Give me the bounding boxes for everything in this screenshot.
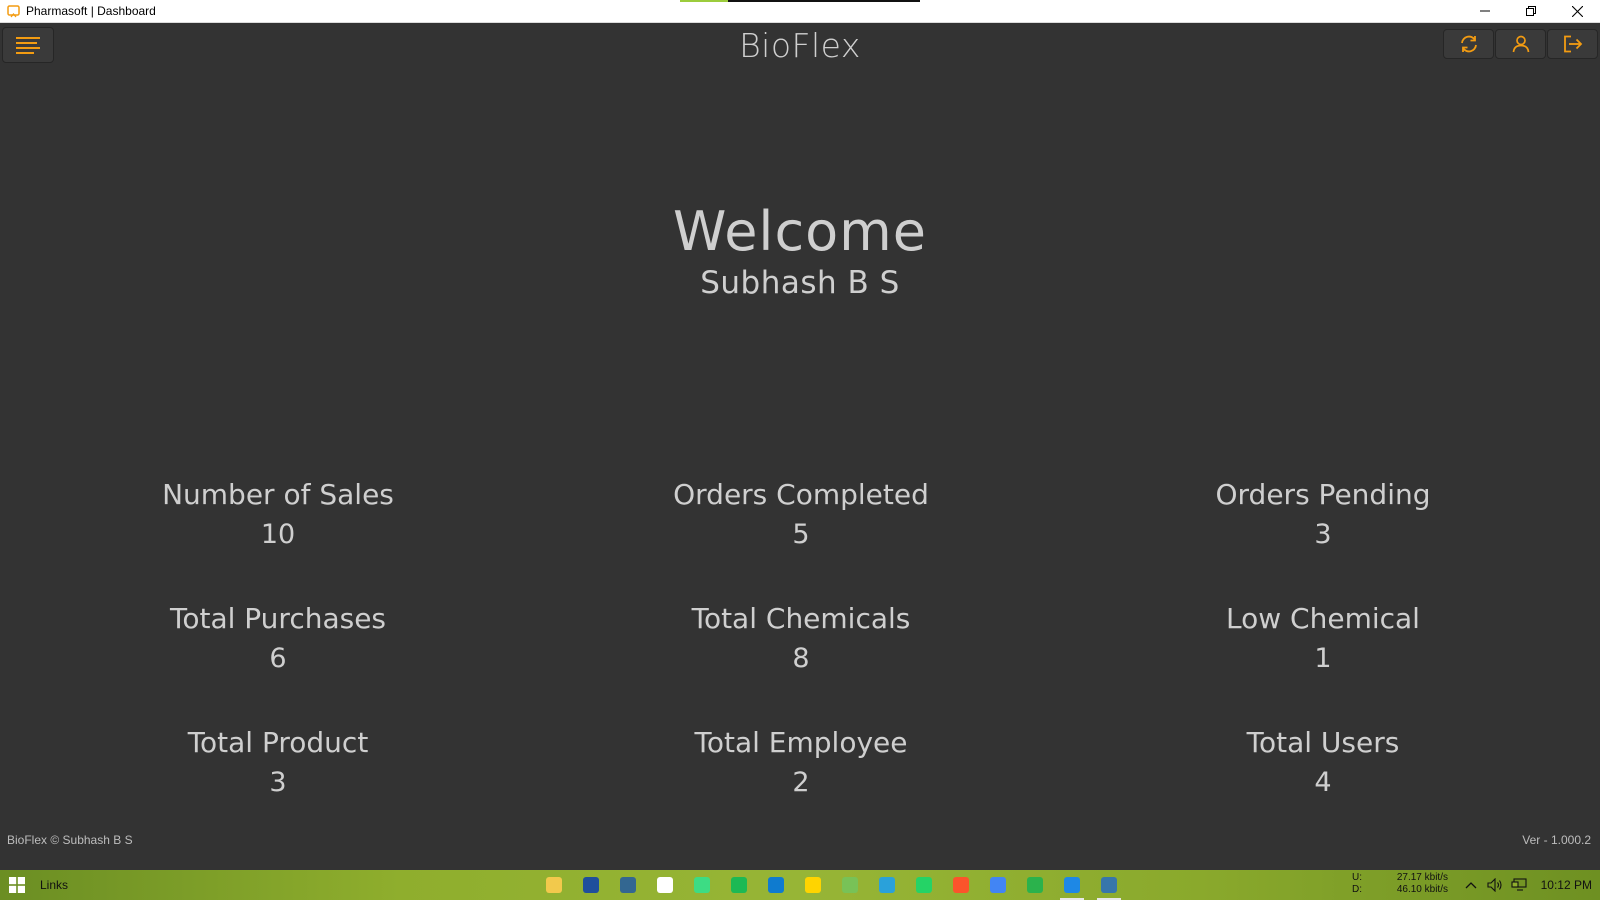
stat-total-purchases: Total Purchases 6 [0, 599, 556, 723]
python-app-taskbar-button[interactable] [1095, 870, 1123, 900]
net-down-label: D: [1352, 884, 1362, 895]
stat-total-chemicals: Total Chemicals 8 [556, 599, 1046, 723]
logout-button[interactable] [1547, 29, 1598, 59]
stat-total-product: Total Product 3 [0, 723, 556, 847]
stat-value: 1 [1314, 643, 1332, 674]
app-title: BioFlex [739, 26, 861, 65]
stat-value: 10 [260, 519, 296, 550]
chrome-icon [990, 877, 1006, 893]
store-icon [657, 877, 673, 893]
welcome-user-name: Subhash B S [700, 265, 900, 301]
stat-orders-completed: Orders Completed 5 [556, 475, 1046, 599]
sticky-notes-taskbar-button[interactable] [799, 870, 827, 900]
header-actions [1443, 29, 1598, 59]
python-app-icon [1101, 877, 1117, 893]
stat-value: 4 [1314, 767, 1332, 798]
postgres-taskbar-button[interactable] [614, 870, 642, 900]
stat-value: 3 [1314, 519, 1332, 550]
dbeaver-icon [1027, 877, 1043, 893]
android-studio-icon [694, 877, 710, 893]
title-progress-strip [680, 0, 920, 2]
links-toolbar-label[interactable]: Links [40, 878, 68, 892]
net-down-value: 46.10 kbit/s [1396, 884, 1448, 895]
stat-value: 3 [269, 767, 287, 798]
restore-button[interactable] [1508, 0, 1554, 22]
postgres-icon [620, 877, 636, 893]
stat-label: Total Users [1246, 726, 1400, 759]
stat-label: Total Product [187, 726, 369, 759]
stat-value: 5 [792, 519, 810, 550]
welcome-heading: Welcome [672, 200, 927, 263]
android-studio-taskbar-button[interactable] [688, 870, 716, 900]
logout-icon [1563, 35, 1582, 53]
taskbar-pinned-apps [540, 870, 1123, 900]
stat-total-users: Total Users 4 [1046, 723, 1600, 847]
android-icon [842, 877, 858, 893]
network-speed-meter: U: 27.17 kbit/s D: 46.10 kbit/s [1352, 872, 1448, 896]
brave-icon [953, 877, 969, 893]
store-taskbar-button[interactable] [651, 870, 679, 900]
edge-taskbar-button[interactable] [762, 870, 790, 900]
system-tray: 10:12 PM [1463, 870, 1592, 900]
stat-label: Low Chemical [1226, 602, 1420, 635]
window-title: Pharmasoft | Dashboard [26, 4, 156, 18]
virtualbox-icon [583, 877, 599, 893]
vscode-icon [1064, 877, 1080, 893]
telegram-icon [879, 877, 895, 893]
whatsapp-icon [916, 877, 932, 893]
android-taskbar-button[interactable] [836, 870, 864, 900]
stat-value: 2 [792, 767, 810, 798]
vscode-taskbar-button[interactable] [1058, 870, 1086, 900]
stat-label: Orders Pending [1215, 478, 1431, 511]
spotify-icon [731, 877, 747, 893]
stat-label: Total Purchases [169, 602, 387, 635]
windows-logo-icon [9, 877, 25, 893]
stat-value: 8 [792, 643, 810, 674]
edge-icon [768, 877, 784, 893]
telegram-taskbar-button[interactable] [873, 870, 901, 900]
show-hidden-icons-chevron-icon[interactable] [1463, 877, 1479, 893]
virtualbox-taskbar-button[interactable] [577, 870, 605, 900]
brave-taskbar-button[interactable] [947, 870, 975, 900]
refresh-icon [1460, 35, 1477, 53]
file-explorer-taskbar-button[interactable] [540, 870, 568, 900]
sticky-notes-icon [805, 877, 821, 893]
stat-label: Total Employee [694, 726, 908, 759]
window-titlebar: Pharmasoft | Dashboard [0, 0, 1600, 23]
window-controls [1462, 0, 1600, 22]
minimize-button[interactable] [1462, 0, 1508, 22]
stat-label: Orders Completed [673, 478, 929, 511]
spotify-taskbar-button[interactable] [725, 870, 753, 900]
close-button[interactable] [1554, 0, 1600, 22]
chrome-taskbar-button[interactable] [984, 870, 1012, 900]
dbeaver-taskbar-button[interactable] [1021, 870, 1049, 900]
network-icon[interactable] [1511, 877, 1527, 893]
whatsapp-taskbar-button[interactable] [910, 870, 938, 900]
volume-icon[interactable] [1487, 877, 1503, 893]
stat-label: Number of Sales [162, 478, 394, 511]
user-icon [1512, 35, 1529, 53]
start-button[interactable] [0, 870, 34, 900]
stat-total-employee: Total Employee 2 [556, 723, 1046, 847]
stats-grid: Number of Sales 10 Orders Completed 5 Or… [0, 475, 1600, 847]
app-window-icon [6, 4, 20, 18]
net-up-value: 27.17 kbit/s [1396, 872, 1448, 883]
file-explorer-icon [546, 877, 562, 893]
stat-label: Total Chemicals [691, 602, 911, 635]
windows-taskbar: Links U: 27.17 kbit/s D: 46.10 kbit/s 10:1… [0, 870, 1600, 900]
user-profile-button[interactable] [1495, 29, 1546, 59]
restore-icon [1526, 6, 1536, 16]
stat-orders-pending: Orders Pending 3 [1046, 475, 1600, 599]
footer-version: Ver - 1.000.2 [1522, 833, 1591, 847]
close-icon [1571, 5, 1583, 17]
stat-low-chemical: Low Chemical 1 [1046, 599, 1600, 723]
stat-number-of-sales: Number of Sales 10 [0, 475, 556, 599]
footer-copyright: BioFlex © Subhash B S [7, 833, 133, 847]
net-up-label: U: [1352, 872, 1362, 883]
stat-value: 6 [269, 643, 287, 674]
refresh-button[interactable] [1443, 29, 1494, 59]
minimize-icon [1480, 10, 1490, 12]
taskbar-clock[interactable]: 10:12 PM [1541, 878, 1592, 892]
